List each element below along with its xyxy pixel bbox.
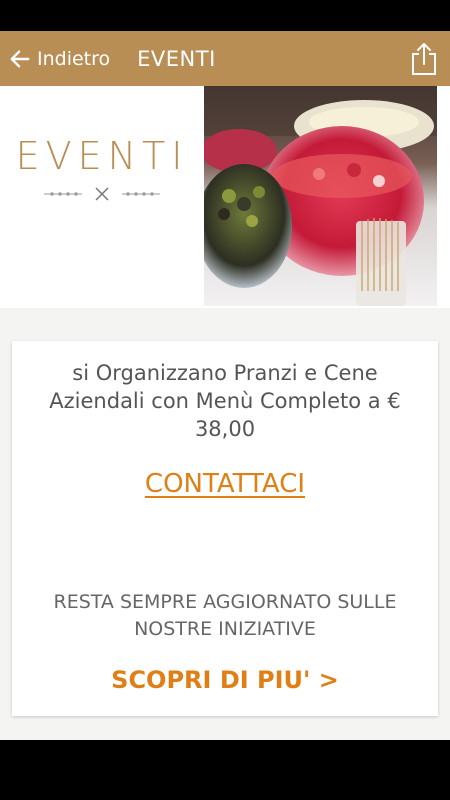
food-photo: [204, 86, 437, 306]
app-bar: Indietro EVENTI: [0, 31, 450, 86]
hero-banner: EVENTI: [0, 86, 450, 308]
navigation-bar: [0, 740, 450, 800]
discover-more-link[interactable]: SCOPRI DI PIU' >: [12, 666, 438, 694]
status-bar: [0, 0, 450, 31]
promo-text: si Organizzano Pranzi e Cene Aziendali c…: [49, 361, 401, 441]
contact-link[interactable]: CONTATTACI: [12, 469, 438, 499]
back-label: Indietro: [37, 47, 111, 70]
logo-text: EVENTI: [15, 134, 189, 178]
fork-knife-icon: [44, 187, 160, 201]
eventi-logo: EVENTI: [0, 86, 204, 308]
share-icon[interactable]: [410, 42, 438, 76]
page-title: EVENTI: [137, 46, 216, 71]
back-button[interactable]: Indietro: [0, 31, 110, 86]
content-area: EVENTI si Organizzano Pranzi e Cene Azie…: [0, 86, 450, 740]
updates-text: RESTA SEMPRE AGGIORNATO SULLE NOSTRE INI…: [53, 591, 397, 640]
arrow-left-icon: [10, 49, 30, 68]
info-card: si Organizzano Pranzi e Cene Aziendali c…: [12, 341, 438, 716]
